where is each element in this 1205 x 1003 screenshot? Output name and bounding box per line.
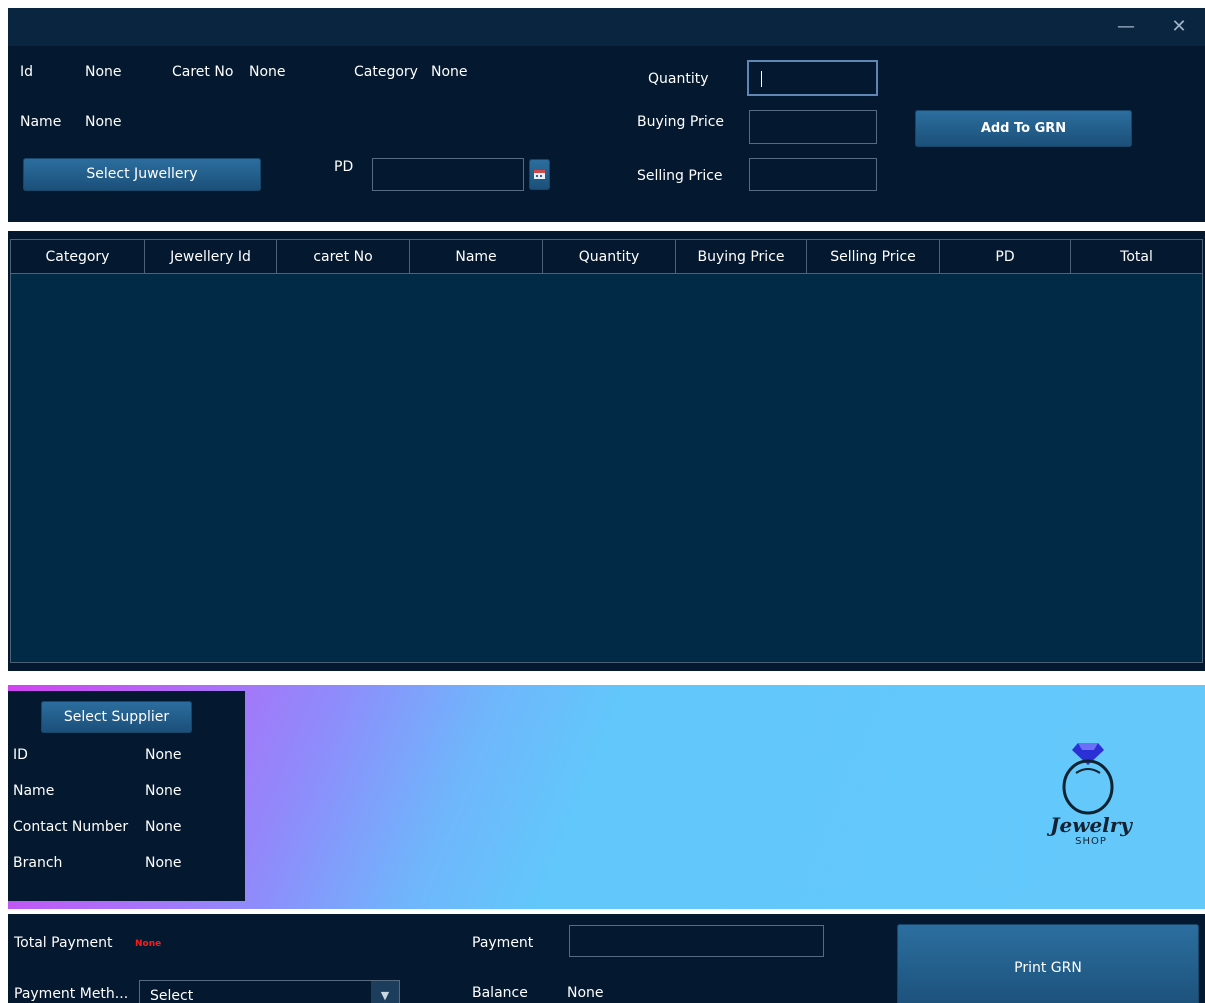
balance-label: Balance xyxy=(472,985,528,1001)
id-label: Id xyxy=(20,64,34,80)
selling-price-label: Selling Price xyxy=(637,168,723,184)
id-value: None xyxy=(85,64,122,80)
column-header-quantity[interactable]: Quantity xyxy=(543,240,676,273)
category-label: Category xyxy=(354,64,418,80)
quantity-label: Quantity xyxy=(648,71,709,87)
branch-label: Branch xyxy=(13,855,63,871)
column-header-selling-price[interactable]: Selling Price xyxy=(807,240,940,273)
payment-method-label: Payment Meth... xyxy=(14,986,129,1002)
total-payment-value: None xyxy=(135,939,162,949)
total-payment-label: Total Payment xyxy=(14,935,113,951)
caret-no-label: Caret No xyxy=(172,64,234,80)
grn-entry-panel: — ✕ Id None Caret No None Category None … xyxy=(8,8,1205,222)
add-to-grn-button[interactable]: Add To GRN xyxy=(915,110,1132,147)
payment-label: Payment xyxy=(472,935,534,951)
payment-panel: Total Payment None Payment Print GRN Pay… xyxy=(8,914,1205,1003)
name-label: Name xyxy=(20,114,62,130)
jewelry-shop-logo: Jewelry SHOP xyxy=(1028,735,1148,860)
payment-method-select[interactable]: Select ▼ xyxy=(139,980,400,1003)
payment-input[interactable] xyxy=(569,925,824,957)
grn-table-panel: Category Jewellery Id caret No Name Quan… xyxy=(8,231,1205,671)
column-header-caret-no[interactable]: caret No xyxy=(277,240,410,273)
column-header-buying-price[interactable]: Buying Price xyxy=(676,240,807,273)
print-grn-button[interactable]: Print GRN xyxy=(897,924,1199,1003)
caret-no-value: None xyxy=(249,64,286,80)
minimize-icon[interactable]: — xyxy=(1112,14,1140,40)
calendar-button[interactable] xyxy=(529,159,550,190)
supplier-id-value: None xyxy=(145,747,182,763)
name-value: None xyxy=(85,114,122,130)
pd-label: PD xyxy=(334,159,354,175)
logo-text-main: Jewelry xyxy=(1050,813,1132,837)
selling-price-input[interactable] xyxy=(749,158,877,191)
contact-number-label: Contact Number xyxy=(13,819,129,835)
table-header: Category Jewellery Id caret No Name Quan… xyxy=(11,240,1202,274)
title-bar: — ✕ xyxy=(8,8,1205,46)
buying-price-label: Buying Price xyxy=(637,114,725,130)
column-header-jewellery-id[interactable]: Jewellery Id xyxy=(145,240,277,273)
diamond-ring-icon xyxy=(1062,743,1114,815)
balance-value: None xyxy=(567,985,604,1001)
contact-number-value: None xyxy=(145,819,182,835)
supplier-banner: Select Supplier ID None Name None Contac… xyxy=(8,685,1205,909)
text-caret xyxy=(761,71,762,87)
buying-price-input[interactable] xyxy=(749,110,877,144)
select-jewellery-button[interactable]: Select Juwellery xyxy=(23,158,261,191)
close-icon[interactable]: ✕ xyxy=(1165,14,1193,40)
column-header-total[interactable]: Total xyxy=(1071,240,1202,273)
supplier-name-label: Name xyxy=(13,783,55,799)
pd-date-input[interactable] xyxy=(372,158,524,191)
column-header-name[interactable]: Name xyxy=(410,240,543,273)
supplier-id-label: ID xyxy=(13,747,28,763)
branch-value: None xyxy=(145,855,182,871)
payment-method-value: Select xyxy=(150,988,194,1003)
quantity-input[interactable] xyxy=(747,60,878,96)
chevron-down-icon[interactable]: ▼ xyxy=(371,981,399,1003)
supplier-panel: Select Supplier ID None Name None Contac… xyxy=(8,691,245,901)
supplier-name-value: None xyxy=(145,783,182,799)
calendar-icon xyxy=(534,170,545,179)
column-header-category[interactable]: Category xyxy=(11,240,145,273)
logo-text-sub: SHOP xyxy=(1075,836,1107,847)
category-value: None xyxy=(431,64,468,80)
select-supplier-button[interactable]: Select Supplier xyxy=(41,701,192,733)
column-header-pd[interactable]: PD xyxy=(940,240,1071,273)
grn-table[interactable]: Category Jewellery Id caret No Name Quan… xyxy=(10,239,1203,663)
